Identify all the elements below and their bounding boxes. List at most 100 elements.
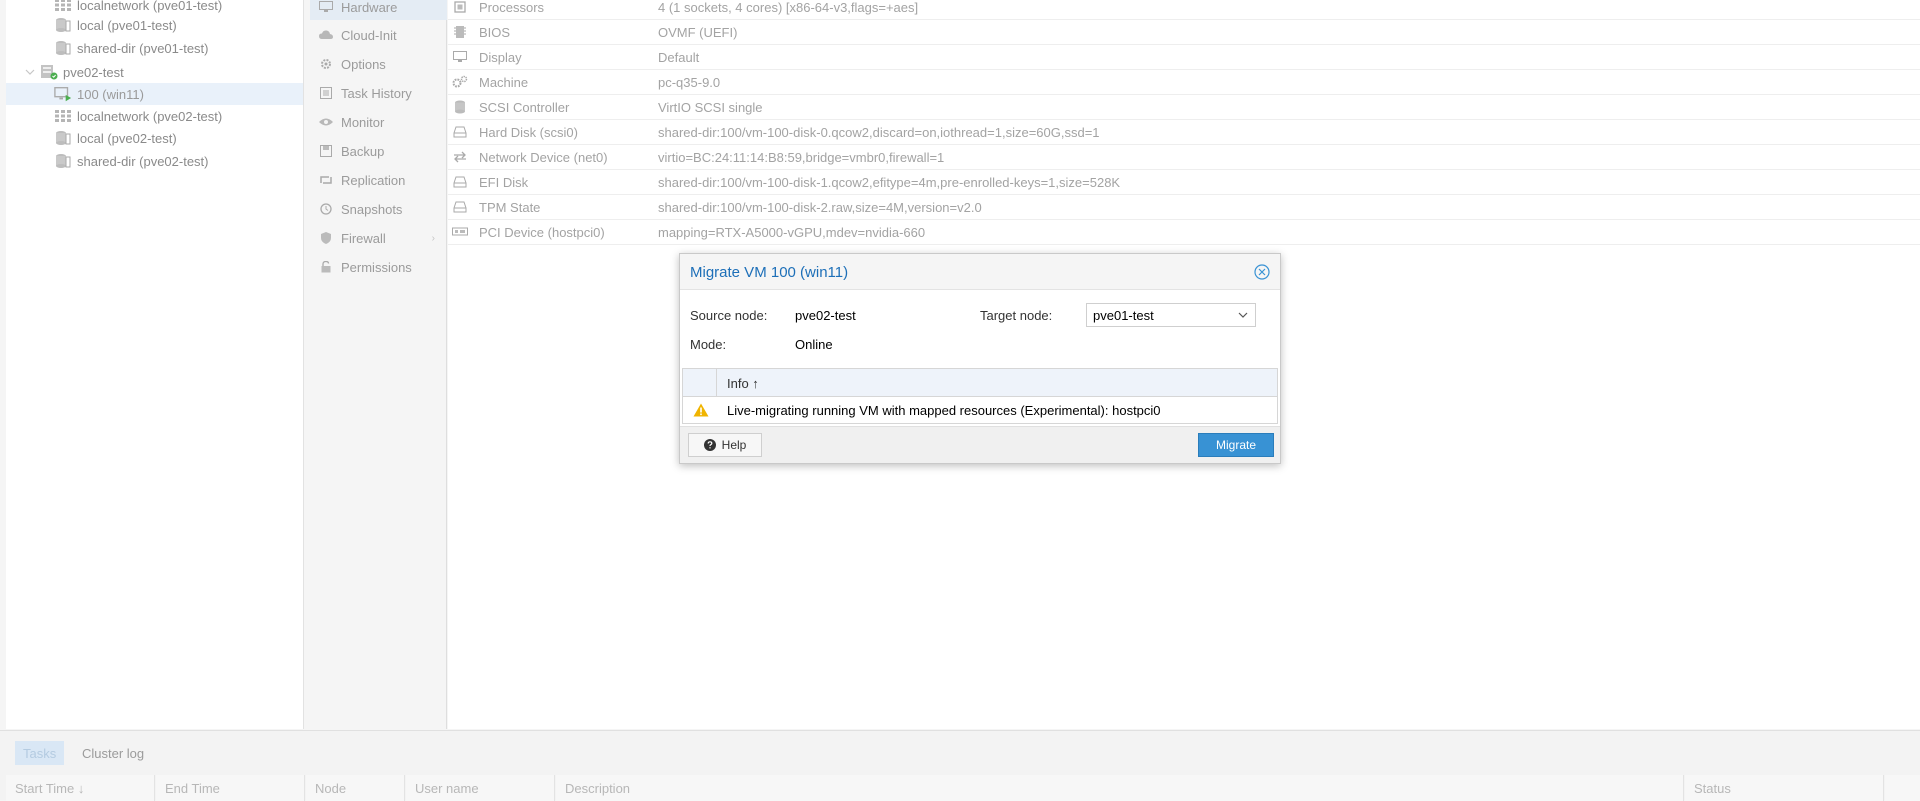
nav-item-options[interactable]: Options — [310, 51, 447, 77]
hw-value: virtio=BC:24:11:14:B8:59,bridge=vmbr0,fi… — [658, 149, 945, 165]
tab-cluster-log[interactable]: Cluster log — [74, 741, 152, 765]
hw-value: shared-dir:100/vm-100-disk-1.qcow2,efity… — [658, 174, 1121, 190]
target-node-select[interactable]: pve01-test — [1086, 303, 1256, 327]
storage-icon — [54, 153, 72, 169]
hw-name: Machine — [479, 74, 529, 90]
info-grid-header: Info ↑ — [683, 369, 1277, 397]
tree-item-label: local (pve01-test) — [77, 17, 177, 33]
close-icon[interactable] — [1254, 264, 1270, 280]
dialog-header[interactable]: Migrate VM 100 (win11) — [680, 254, 1280, 290]
chevron-down-icon[interactable] — [24, 66, 36, 78]
info-row[interactable]: Live-migrating running VM with mapped re… — [683, 397, 1277, 423]
hw-row-bios[interactable]: BIOS OVMF (UEFI) — [448, 20, 1920, 45]
column-header-description[interactable]: Description — [556, 775, 1684, 801]
tree-item-shared-dir-pve01[interactable]: shared-dir (pve01-test) — [6, 37, 303, 59]
tree-item-node-pve02[interactable]: pve02-test — [6, 61, 303, 83]
nav-item-label: Firewall — [341, 230, 386, 246]
column-header-end-time[interactable]: End Time — [156, 775, 305, 801]
monitor-icon — [319, 0, 333, 14]
source-node-label: Source node: — [690, 308, 768, 323]
chevron-down-icon[interactable] — [1237, 309, 1249, 321]
chevron-right-icon[interactable]: › — [432, 233, 435, 244]
hw-row-network-device[interactable]: Network Device (net0) virtio=BC:24:11:14… — [448, 145, 1920, 170]
tree-item-label: local (pve02-test) — [77, 130, 177, 146]
tree-item-label: shared-dir (pve01-test) — [77, 40, 209, 56]
hw-name: Network Device (net0) — [479, 149, 608, 165]
column-header-user-name[interactable]: User name — [406, 775, 555, 801]
nav-item-label: Task History — [341, 85, 412, 101]
hw-row-scsi-controller[interactable]: SCSI Controller VirtIO SCSI single — [448, 95, 1920, 120]
server-icon — [40, 64, 58, 80]
column-header-info[interactable]: Info ↑ — [727, 376, 759, 391]
tree-item-local-pve01[interactable]: local (pve01-test) — [6, 14, 303, 36]
nav-item-hardware[interactable]: Hardware — [310, 0, 447, 20]
resource-tree: localnetwork (pve01-test) local (pve01-t… — [6, 0, 304, 729]
hw-name: EFI Disk — [479, 174, 529, 190]
tree-item-local-pve02[interactable]: local (pve02-test) — [6, 127, 303, 149]
hw-row-processors[interactable]: Processors 4 (1 sockets, 4 cores) [x86-6… — [448, 0, 1920, 20]
nav-item-firewall[interactable]: Firewall › — [310, 225, 447, 251]
hw-value: VirtIO SCSI single — [658, 99, 763, 115]
tree-item-label: pve02-test — [63, 64, 124, 80]
column-header-node[interactable]: Node — [306, 775, 405, 801]
column-header-start-time[interactable]: Start Time ↓ — [6, 775, 155, 801]
nav-item-cloud-init[interactable]: Cloud-Init — [310, 22, 447, 48]
info-message: Live-migrating running VM with mapped re… — [727, 403, 1161, 418]
exchange-icon — [452, 149, 468, 165]
nav-item-label: Cloud-Init — [341, 27, 397, 43]
database-icon — [452, 99, 468, 115]
vm-config-nav: Hardware Cloud-Init Options Task History… — [310, 0, 447, 729]
hw-row-tpm-state[interactable]: TPM State shared-dir:100/vm-100-disk-2.r… — [448, 195, 1920, 220]
migrate-button[interactable]: Migrate — [1198, 433, 1274, 457]
dialog-title: Migrate VM 100 (win11) — [690, 264, 849, 281]
tree-item-label: shared-dir (pve02-test) — [77, 153, 209, 169]
hw-row-efi-disk[interactable]: EFI Disk shared-dir:100/vm-100-disk-1.qc… — [448, 170, 1920, 195]
hw-row-pci-device[interactable]: PCI Device (hostpci0) mapping=RTX-A5000-… — [448, 220, 1920, 245]
column-header-status[interactable]: Status — [1685, 775, 1884, 801]
hw-row-display[interactable]: Display Default — [448, 45, 1920, 70]
tree-item-label: 100 (win11) — [77, 86, 144, 102]
hw-value: shared-dir:100/vm-100-disk-0.qcow2,disca… — [658, 124, 1100, 140]
nav-item-backup[interactable]: Backup — [310, 138, 447, 164]
help-button-label: Help — [721, 438, 747, 452]
unlock-icon — [319, 260, 333, 274]
desktop-icon — [452, 49, 468, 65]
nav-item-replication[interactable]: Replication — [310, 167, 447, 193]
hw-value: OVMF (UEFI) — [658, 24, 738, 40]
network-grid-icon — [54, 108, 72, 124]
nav-item-snapshots[interactable]: Snapshots — [310, 196, 447, 222]
nav-item-permissions[interactable]: Permissions — [310, 254, 447, 280]
target-node-label: Target node: — [980, 308, 1053, 323]
cloud-icon — [319, 28, 333, 42]
tree-item-vm-100[interactable]: 100 (win11) — [6, 83, 303, 105]
storage-icon — [54, 130, 72, 146]
cpu-icon — [452, 0, 468, 15]
question-circle-icon — [703, 439, 716, 451]
cogs-icon — [452, 74, 468, 90]
hw-value: mapping=RTX-A5000-vGPU,mdev=nvidia-660 — [658, 224, 926, 240]
nav-item-label: Permissions — [341, 259, 412, 275]
vm-running-icon — [54, 86, 72, 102]
help-button[interactable]: Help — [688, 433, 762, 457]
hdd-icon — [452, 174, 468, 190]
source-node-value: pve02-test — [795, 308, 856, 323]
hw-value: Default — [658, 49, 700, 65]
hw-name: Hard Disk (scsi0) — [479, 124, 578, 140]
hw-row-hard-disk[interactable]: Hard Disk (scsi0) shared-dir:100/vm-100-… — [448, 120, 1920, 145]
tree-item-label: localnetwork (pve01-test) — [77, 0, 223, 13]
hw-name: BIOS — [479, 24, 511, 40]
tree-item-localnetwork-pve02[interactable]: localnetwork (pve02-test) — [6, 105, 303, 127]
nav-item-monitor[interactable]: Monitor — [310, 109, 447, 135]
tree-item-shared-dir-pve02[interactable]: shared-dir (pve02-test) — [6, 150, 303, 172]
storage-icon — [54, 40, 72, 56]
tab-tasks[interactable]: Tasks — [15, 741, 65, 765]
tree-item-label: localnetwork (pve02-test) — [77, 108, 223, 124]
hw-name: Display — [479, 49, 522, 65]
hw-value: pc-q35-9.0 — [658, 74, 721, 90]
nav-item-task-history[interactable]: Task History — [310, 80, 447, 106]
mode-label: Mode: — [690, 337, 727, 352]
microchip-icon — [452, 24, 468, 40]
hw-name: TPM State — [479, 199, 541, 215]
hw-row-machine[interactable]: Machine pc-q35-9.0 — [448, 70, 1920, 95]
hdd-icon — [452, 199, 468, 215]
